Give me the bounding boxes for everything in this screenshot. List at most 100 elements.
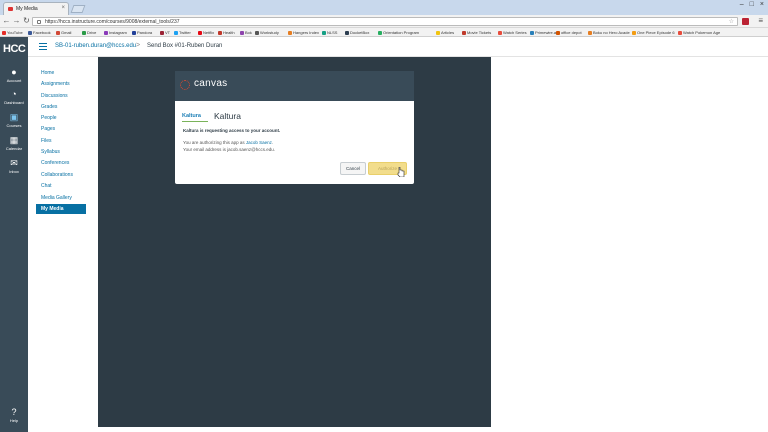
bookmark-favicon-icon	[2, 30, 6, 35]
bookmark-item[interactable]: Orientation Program	[378, 30, 419, 35]
bookmark-label: Boku no Hero Acade	[593, 30, 630, 35]
course-nav-item-people[interactable]: People	[36, 113, 88, 123]
bookmark-label: office depot	[561, 30, 582, 35]
bookmark-star-icon[interactable]: ☆	[729, 18, 734, 25]
bookmark-favicon-icon	[174, 30, 178, 35]
global-nav-help[interactable]: ? Help	[0, 407, 28, 423]
bookmark-item[interactable]: Drive	[82, 30, 96, 35]
bookmark-label: One Piece Episode 6	[637, 30, 675, 35]
course-nav: Home Assignments Discussions Grades People Pa…	[28, 57, 98, 432]
bookmark-item[interactable]: Watch Pokemon Age	[678, 30, 720, 35]
user-name-link[interactable]: Jacob Saenz	[246, 140, 272, 145]
bookmark-label: Netflix	[203, 30, 215, 35]
course-nav-item-files[interactable]: Files	[36, 136, 88, 146]
bookmark-item[interactable]: One Piece Episode 6	[632, 30, 675, 35]
bookmarks-bar: YouTube Facebook Gmail Drive Instagram Pandor…	[0, 28, 768, 37]
oauth-header: canvas	[175, 71, 414, 101]
forward-icon[interactable]: →	[12, 16, 21, 25]
bookmark-favicon-icon	[436, 30, 440, 35]
course-nav-item-collaborations[interactable]: Collaborations	[36, 170, 88, 180]
course-nav-item-pages[interactable]: Pages	[36, 124, 88, 134]
course-nav-item-media-gallery[interactable]: Media Gallery	[36, 193, 88, 203]
bookmark-item[interactable]: Gmail	[56, 30, 71, 35]
reload-icon[interactable]: ↻	[22, 16, 31, 25]
back-icon[interactable]: ←	[2, 16, 11, 25]
bookmark-item[interactable]: Boku no Hero Acade	[588, 30, 630, 35]
bookmark-label: Drive	[87, 30, 97, 35]
course-nav-item-chat[interactable]: Chat	[36, 181, 88, 191]
bookmark-label: Health	[223, 30, 235, 35]
right-blank-area	[491, 57, 768, 432]
bookmark-item[interactable]: DocketBox	[345, 30, 369, 35]
bookmark-item[interactable]: Netflix	[198, 30, 214, 35]
bookmark-item[interactable]: YouTube	[2, 30, 23, 35]
bookmark-item[interactable]: Hangers Index	[288, 30, 319, 35]
bookmark-item[interactable]: Pandora	[132, 30, 152, 35]
bookmark-favicon-icon	[288, 30, 292, 35]
request-text: Kaltura is requesting access to your acc…	[183, 128, 281, 133]
window-controls: – □ ×	[740, 1, 764, 8]
global-nav-courses[interactable]: ▣ Courses	[0, 112, 28, 128]
browser-menu-icon[interactable]: ≡	[758, 16, 763, 25]
course-nav-item-grades[interactable]: Grades	[36, 102, 88, 112]
hamburger-menu-icon[interactable]	[39, 43, 47, 50]
course-nav-item-assignments[interactable]: Assignments	[36, 79, 88, 89]
bookmark-label: Hangers Index	[293, 30, 320, 35]
authorizing-prefix: You are authorizing this app as	[183, 140, 246, 145]
global-nav-label: Inbox	[9, 169, 19, 174]
bookmark-item[interactable]: Primewire.ag	[530, 30, 558, 35]
bookmark-label: Movie Tickets	[467, 30, 492, 35]
bookmark-label: YouTube	[7, 30, 23, 35]
course-nav-item-conferences[interactable]: Conferences	[36, 158, 88, 168]
bookmark-item[interactable]: NLSS	[322, 30, 337, 35]
bookmark-item[interactable]: Articles	[436, 30, 454, 35]
breadcrumb-course[interactable]: SB-01-ruben.duran@hccs.edu	[55, 43, 136, 49]
close-window-icon[interactable]: ×	[760, 1, 764, 8]
account-icon: ●	[11, 67, 17, 77]
kaltura-logo: Kaltura	[182, 109, 208, 123]
browser-tab[interactable]: My Media ×	[3, 2, 69, 15]
global-nav-calendar[interactable]: ▦ Calendar	[0, 135, 28, 151]
course-nav-item-discussions[interactable]: Discussions	[36, 91, 88, 101]
tab-close-icon[interactable]: ×	[61, 5, 65, 11]
bookmark-item[interactable]: Instagram	[104, 30, 127, 35]
hcc-logo[interactable]: HCC	[3, 43, 26, 55]
course-nav-item-my-media[interactable]: My Media	[36, 204, 86, 214]
global-nav-account[interactable]: ● Account	[0, 67, 28, 83]
bookmark-item[interactable]: Movie Tickets	[462, 30, 491, 35]
bookmark-favicon-icon	[198, 30, 202, 35]
course-nav-item-home[interactable]: Home	[36, 68, 88, 78]
bookmark-item[interactable]: Twitter	[174, 30, 191, 35]
bookmark-item[interactable]: Watch Series	[498, 30, 527, 35]
bookmark-item[interactable]: office depot	[556, 30, 582, 35]
tab-title: My Media	[16, 6, 38, 12]
mouse-cursor-icon	[397, 167, 405, 177]
bookmark-item[interactable]: Facebook	[28, 30, 51, 35]
new-tab-button[interactable]	[70, 5, 86, 13]
bookmark-item[interactable]: VT	[160, 30, 170, 35]
bookmark-favicon-icon	[556, 30, 560, 35]
bookmark-item[interactable]: Health	[218, 30, 235, 35]
bookmark-favicon-icon	[498, 30, 502, 35]
bookmark-label: DocketBox	[350, 30, 370, 35]
maximize-icon[interactable]: □	[750, 1, 754, 8]
bookmark-label: Articles	[441, 30, 455, 35]
bookmark-favicon-icon	[28, 30, 32, 35]
extension-icon[interactable]	[742, 18, 749, 25]
address-bar[interactable]: https://hccs.instructure.com/courses/900…	[32, 17, 738, 26]
help-icon: ?	[11, 407, 17, 417]
cancel-button[interactable]: Cancel	[340, 162, 366, 175]
global-nav-dashboard[interactable]: ◔ Dashboard	[0, 89, 28, 105]
screen: My Media × – □ × ← → ↻ https://hccs.inst…	[0, 0, 768, 432]
authorizing-suffix: .	[271, 140, 274, 145]
course-nav-item-syllabus[interactable]: Syllabus	[36, 147, 88, 157]
bookmark-item[interactable]: Bok	[240, 30, 252, 35]
bookmark-label: Orientation Program	[383, 30, 420, 35]
minimize-icon[interactable]: –	[740, 1, 744, 8]
bookmark-item[interactable]: Workstudy	[255, 30, 279, 35]
bookmark-favicon-icon	[160, 30, 164, 35]
oauth-dialog: Kaltura Kaltura Kaltura is requesting ac…	[175, 101, 414, 184]
global-nav-inbox[interactable]: ✉ Inbox	[0, 158, 28, 174]
app-name: Kaltura	[214, 111, 241, 121]
global-nav-label: Dashboard	[4, 100, 24, 105]
